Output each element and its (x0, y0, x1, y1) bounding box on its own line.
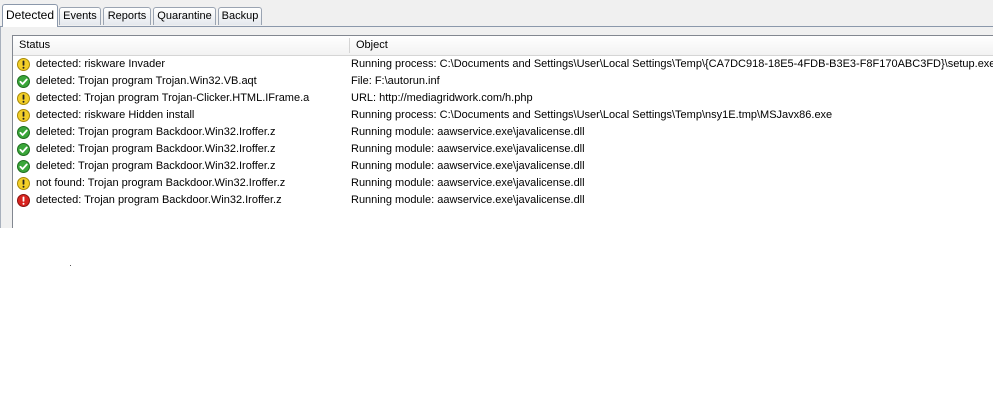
table-row[interactable]: detected: riskware Invader Running proces… (13, 56, 993, 73)
row-object: URL: http://mediagridwork.com/h.php (351, 92, 533, 104)
detected-list[interactable]: Status Object detected: riskware Invader… (12, 35, 993, 228)
check-icon (17, 75, 30, 88)
row-status: deleted: Trojan program Trojan.Win32.VB.… (36, 75, 257, 87)
row-object: Running module: aawservice.exe\javalicen… (351, 194, 585, 206)
table-row[interactable]: detected: Trojan program Trojan-Clicker.… (13, 90, 993, 107)
tab-reports[interactable]: Reports (103, 7, 151, 25)
table-row[interactable]: detected: Trojan program Backdoor.Win32.… (13, 192, 993, 209)
row-status: not found: Trojan program Backdoor.Win32… (36, 177, 286, 189)
table-row[interactable]: deleted: Trojan program Backdoor.Win32.I… (13, 124, 993, 141)
tab-quarantine[interactable]: Quarantine (153, 7, 216, 25)
error-icon (17, 194, 30, 207)
warning-icon (17, 92, 30, 105)
list-header: Status Object (13, 36, 993, 56)
row-status: deleted: Trojan program Backdoor.Win32.I… (36, 143, 276, 155)
row-object: Running module: aawservice.exe\javalicen… (351, 160, 585, 172)
row-status: detected: Trojan program Trojan-Clicker.… (36, 92, 310, 104)
table-row[interactable]: deleted: Trojan program Trojan.Win32.VB.… (13, 73, 993, 90)
row-status: detected: riskware Invader (36, 58, 166, 70)
check-icon (17, 143, 30, 156)
stray-dot (70, 265, 71, 266)
row-object: Running module: aawservice.exe\javalicen… (351, 126, 585, 138)
check-icon (17, 126, 30, 139)
column-divider[interactable] (349, 38, 350, 53)
row-object: File: F:\autorun.inf (351, 75, 440, 87)
row-object: Running module: aawservice.exe\javalicen… (351, 177, 585, 189)
table-row[interactable]: not found: Trojan program Backdoor.Win32… (13, 175, 993, 192)
tab-events[interactable]: Events (59, 7, 101, 25)
warning-icon (17, 58, 30, 71)
tab-backup[interactable]: Backup (218, 7, 262, 25)
column-header-object[interactable]: Object (356, 36, 388, 55)
row-object: Running process: C:\Documents and Settin… (351, 58, 993, 70)
row-status: detected: Trojan program Backdoor.Win32.… (36, 194, 282, 206)
row-object: Running process: C:\Documents and Settin… (351, 109, 833, 121)
warning-icon (17, 177, 30, 190)
table-row[interactable]: deleted: Trojan program Backdoor.Win32.I… (13, 158, 993, 175)
row-status: detected: riskware Hidden install (36, 109, 195, 121)
warning-icon (17, 109, 30, 122)
check-icon (17, 160, 30, 173)
table-row[interactable]: detected: riskware Hidden install Running… (13, 107, 993, 124)
tab-strip: Detected Events Reports Quarantine Backu… (0, 0, 993, 27)
tab-panel: Status Object detected: riskware Invader… (0, 27, 993, 228)
row-status: deleted: Trojan program Backdoor.Win32.I… (36, 160, 276, 172)
row-status: deleted: Trojan program Backdoor.Win32.I… (36, 126, 276, 138)
table-row[interactable]: deleted: Trojan program Backdoor.Win32.I… (13, 141, 993, 158)
tab-detected[interactable]: Detected (2, 4, 58, 27)
row-object: Running module: aawservice.exe\javalicen… (351, 143, 585, 155)
column-header-status[interactable]: Status (19, 36, 50, 55)
